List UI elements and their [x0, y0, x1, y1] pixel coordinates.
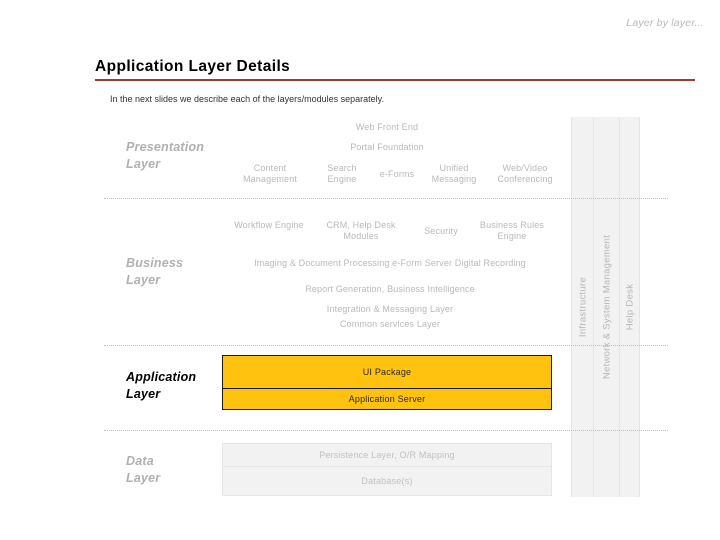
- layer-label-presentation-line1: Presentation: [126, 140, 205, 154]
- divider-application-data: [104, 430, 668, 431]
- business-row-integration-messaging: Integration & Messaging Layer: [326, 304, 454, 314]
- business-row-imaging-eform-recording: Imaging & Document Processing e-Form Ser…: [254, 258, 526, 268]
- business-module-crm-help-desk: CRM, Help Desk Modules: [326, 220, 396, 241]
- side-column-help-desk: Help Desk: [619, 117, 640, 497]
- layer-label-data-line1: Data: [126, 454, 154, 468]
- layer-label-application: Application Layer: [126, 369, 226, 403]
- layer-label-presentation: Presentation Layer: [126, 139, 226, 173]
- business-module-security: Security: [424, 226, 458, 236]
- divider-presentation-business: [104, 198, 668, 199]
- business-row-report-generation: Report Generation, Business Intelligence: [305, 284, 475, 294]
- layer-label-presentation-line2: Layer: [126, 157, 161, 171]
- data-box-databases: Database(s): [222, 466, 552, 496]
- presentation-module-search-engine: Search Engine: [327, 163, 357, 184]
- presentation-module-unified-messaging: Unified Messaging: [431, 163, 477, 184]
- business-module-workflow-engine: Workflow Engine: [234, 220, 304, 230]
- presentation-row-portal-foundation: Portal Foundation: [350, 142, 424, 152]
- presentation-module-content-management: Content Management: [242, 163, 298, 184]
- slide-canvas: Layer by layer... Application Layer Deta…: [0, 0, 720, 540]
- application-box-ui-package[interactable]: UI Package: [222, 355, 552, 389]
- layer-label-data: Data Layer: [126, 453, 226, 487]
- side-column-network-system-management-label: Network & System Management: [601, 234, 613, 380]
- layer-label-business-line1: Business: [126, 256, 184, 270]
- presentation-module-web-video-conferencing: Web/Video Conferencing: [497, 163, 553, 184]
- data-box-persistence-layer: Persistence Layer, O/R Mapping: [222, 443, 552, 467]
- presentation-module-e-forms: e-Forms: [379, 169, 415, 179]
- side-column-help-desk-label: Help Desk: [624, 283, 635, 331]
- presentation-row-web-front-end: Web Front End: [355, 122, 419, 132]
- layer-label-application-line2: Layer: [126, 387, 161, 401]
- business-module-business-rules-engine: Business Rules Engine: [479, 220, 545, 241]
- layer-label-application-line1: Application: [126, 370, 197, 384]
- business-row-common-services: Common services Layer: [339, 319, 441, 329]
- side-column-network-system-management: Network & System Management: [593, 117, 621, 497]
- divider-business-application: [104, 345, 668, 346]
- layer-label-data-line2: Layer: [126, 471, 161, 485]
- layer-architecture-diagram: Infrastructure Network & System Manageme…: [0, 0, 720, 540]
- application-box-application-server[interactable]: Application Server: [222, 388, 552, 410]
